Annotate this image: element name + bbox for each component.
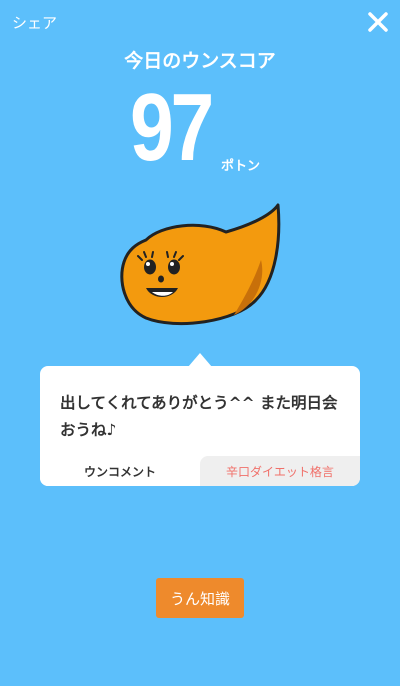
comment-text: 出してくれてありがとう^^ また明日会おうね♪ [60,394,338,439]
share-link[interactable]: シェア [12,12,57,33]
knowledge-button[interactable]: うん知識 [156,578,244,618]
page-title: 今日のウンスコア [124,50,276,72]
poop-mascot-icon [116,200,286,335]
comment-card: 出してくれてありがとう^^ また明日会おうね♪ ウンコメント 辛口ダイエット格言 [40,366,360,486]
tab-diet-proverb[interactable]: 辛口ダイエット格言 [200,456,360,486]
tab-uncomment[interactable]: ウンコメント [40,456,200,486]
score-unit: ポトン [221,159,261,174]
comment-tabs: ウンコメント 辛口ダイエット格言 [40,456,360,486]
bubble-pointer [188,353,212,367]
score-value: 97 [130,74,214,181]
close-icon[interactable] [366,10,390,34]
